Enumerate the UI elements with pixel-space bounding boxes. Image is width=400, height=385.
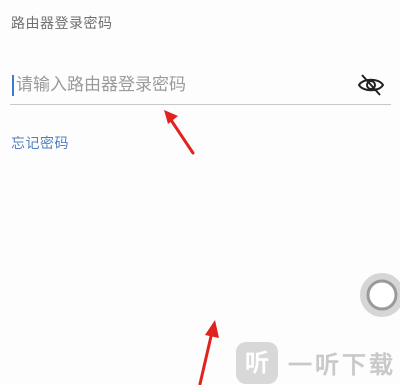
watermark: 听 一听下载 <box>236 340 400 385</box>
watermark-logo-char: 听 <box>245 348 269 377</box>
watermark-text: 一听下载 <box>288 351 396 379</box>
eye-off-icon[interactable] <box>357 72 385 98</box>
section-title: 路由器登录密码 <box>11 16 113 32</box>
router-login-screen: 路由器登录密码 忘记密码 听 一听下载 <box>0 0 400 385</box>
red-arrow-icon <box>164 110 195 155</box>
watermark-logo: 听 <box>236 341 278 384</box>
password-field-row <box>10 66 391 105</box>
red-arrow-icon <box>198 320 219 385</box>
floating-assist-button[interactable] <box>356 270 400 320</box>
forgot-password-link[interactable]: 忘记密码 <box>11 133 69 153</box>
router-password-input[interactable] <box>16 70 346 100</box>
text-cursor <box>12 75 14 96</box>
